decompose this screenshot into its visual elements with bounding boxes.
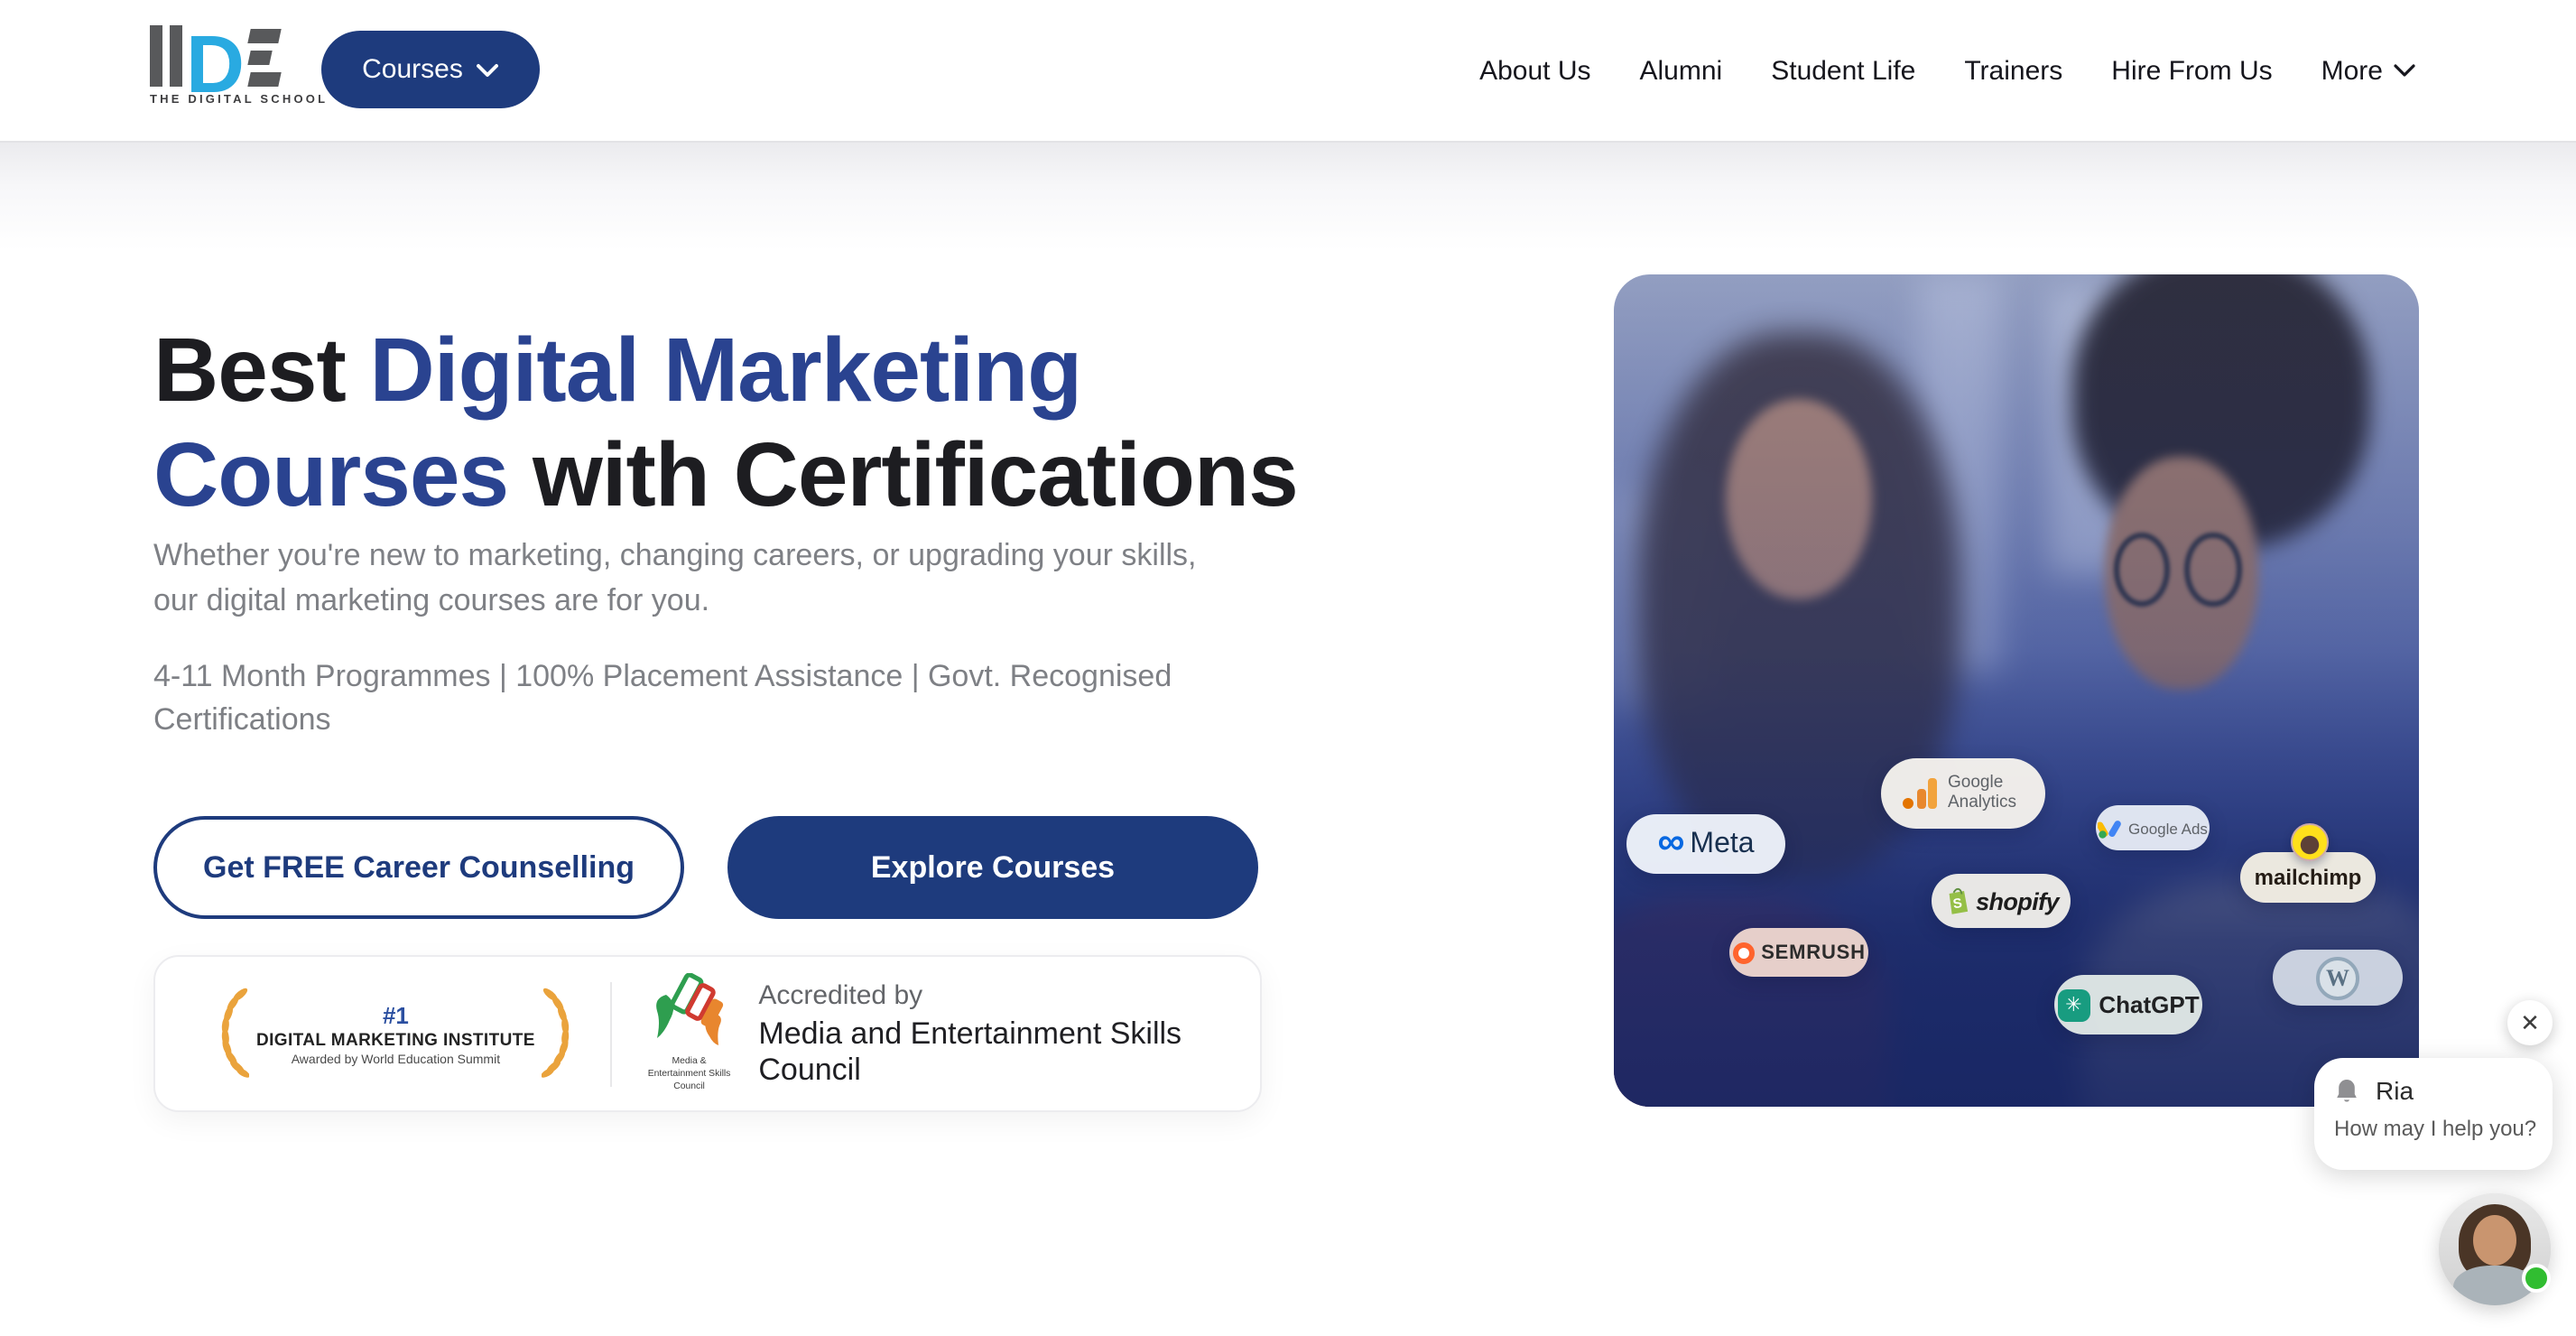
page: D THE DIGITAL SCHOOL Courses About Us Al… — [0, 0, 2576, 1336]
laurel-right-icon — [542, 983, 575, 1084]
award-subtitle: Awarded by World Education Summit — [256, 1053, 535, 1066]
page-title: Best Digital Marketing Courses with Cert… — [153, 317, 1309, 526]
career-counselling-button[interactable]: Get FREE Career Counselling — [153, 816, 684, 919]
award-rank: #1 — [256, 1001, 535, 1028]
award-badge: #1 DIGITAL MARKETING INSTITUTE Awarded b… — [217, 983, 575, 1084]
laurel-left-icon — [217, 983, 249, 1084]
card-divider — [611, 981, 613, 1086]
chat-avatar[interactable] — [2439, 1193, 2551, 1305]
award-title: DIGITAL MARKETING INSTITUTE — [256, 1030, 535, 1050]
chevron-down-icon — [2394, 63, 2415, 78]
meta-badge: ∞ Meta — [1626, 814, 1785, 874]
explore-courses-button[interactable]: Explore Courses — [727, 816, 1258, 919]
mesc-logo-mark — [650, 974, 729, 1046]
mailchimp-icon — [2291, 823, 2329, 861]
shopify-badge: S shopify — [1932, 874, 2071, 928]
iide-logo-mark: D — [150, 25, 305, 87]
chat-close-button[interactable]: ✕ — [2507, 1000, 2553, 1045]
bell-icon — [2334, 1077, 2359, 1104]
logo-tagline: THE DIGITAL SCHOOL — [150, 94, 305, 107]
semrush-label: SEMRUSH — [1761, 942, 1866, 963]
google-analytics-badge: Google Analytics — [1881, 758, 2045, 829]
mesc-logo: Media & Entertainment Skills Council — [645, 974, 734, 1094]
accredited-by-label: Accredited by — [758, 979, 1260, 1010]
mailchimp-label: mailchimp — [2255, 865, 2362, 890]
logo-letter-d: D — [186, 38, 245, 92]
hero-description: Whether you're new to marketing, changin… — [153, 534, 1237, 624]
wordpress-icon: W — [2316, 956, 2359, 999]
accredited-by: Accredited by Media and Entertainment Sk… — [758, 979, 1260, 1088]
nav-about-us[interactable]: About Us — [1479, 55, 1590, 86]
chevron-down-icon — [477, 62, 499, 77]
nav-more[interactable]: More — [2321, 55, 2415, 86]
mesc-caption: Media & Entertainment Skills Council — [645, 1057, 734, 1094]
programme-info: 4-11 Month Programmes | 100% Placement A… — [153, 655, 1209, 741]
main-nav: About Us Alumni Student Life Trainers Hi… — [1479, 0, 2415, 141]
nav-label: Alumni — [1640, 55, 1723, 86]
hero-top-gradient — [0, 143, 2576, 251]
iide-logo[interactable]: D THE DIGITAL SCHOOL — [150, 25, 305, 116]
accreditation-card: #1 DIGITAL MARKETING INSTITUTE Awarded b… — [153, 955, 1262, 1112]
header: D THE DIGITAL SCHOOL Courses About Us Al… — [0, 0, 2576, 143]
nav-hire-from-us[interactable]: Hire From Us — [2111, 55, 2272, 86]
nav-label: Trainers — [1964, 55, 2062, 86]
shopify-icon: S — [1943, 886, 1969, 915]
logo-bar — [170, 25, 182, 87]
chatgpt-icon: ✳ — [2057, 988, 2090, 1021]
semrush-icon — [1732, 942, 1754, 963]
google-ads-label: Google Ads — [2128, 819, 2208, 837]
logo-bar — [150, 25, 162, 87]
courses-button[interactable]: Courses — [321, 31, 540, 108]
accredited-by-name: Media and Entertainment Skills Council — [758, 1016, 1260, 1088]
cta-row: Get FREE Career Counselling Explore Cour… — [153, 816, 1258, 919]
google-analytics-label: Google Analytics — [1948, 774, 2024, 813]
headline-prefix: Best — [153, 319, 370, 420]
svg-text:S: S — [1951, 895, 1962, 912]
chat-greeting: How may I help you? — [2334, 1116, 2534, 1141]
meta-label: Meta — [1690, 828, 1754, 860]
meta-icon: ∞ — [1657, 822, 1684, 860]
nav-label: Hire From Us — [2111, 55, 2272, 86]
nav-label: About Us — [1479, 55, 1590, 86]
logo-letter-e — [248, 29, 279, 87]
online-status-dot — [2522, 1264, 2551, 1293]
headline-suffix: with Certifications — [508, 423, 1298, 524]
nav-trainers[interactable]: Trainers — [1964, 55, 2062, 86]
chatgpt-label: ChatGPT — [2099, 991, 2199, 1018]
nav-label: Student Life — [1771, 55, 1915, 86]
nav-student-life[interactable]: Student Life — [1771, 55, 1915, 86]
wordpress-badge: W — [2273, 950, 2403, 1006]
chat-bubble[interactable]: Ria How may I help you? — [2314, 1058, 2553, 1170]
google-analytics-icon — [1903, 778, 1937, 809]
google-ads-badge: Google Ads — [2096, 805, 2210, 850]
courses-button-label: Courses — [362, 54, 463, 85]
shopify-label: shopify — [1976, 887, 2059, 914]
nav-alumni[interactable]: Alumni — [1640, 55, 1723, 86]
google-ads-icon — [2098, 817, 2121, 839]
semrush-badge: SEMRUSH — [1729, 928, 1868, 977]
chatgpt-badge: ✳ ChatGPT — [2054, 975, 2202, 1034]
award-text: #1 DIGITAL MARKETING INSTITUTE Awarded b… — [256, 1001, 535, 1066]
hero-image: ∞ Meta Google Analytics Google Ads mailc… — [1614, 274, 2419, 1107]
nav-label: More — [2321, 55, 2383, 86]
chat-agent-name: Ria — [2376, 1076, 2414, 1105]
